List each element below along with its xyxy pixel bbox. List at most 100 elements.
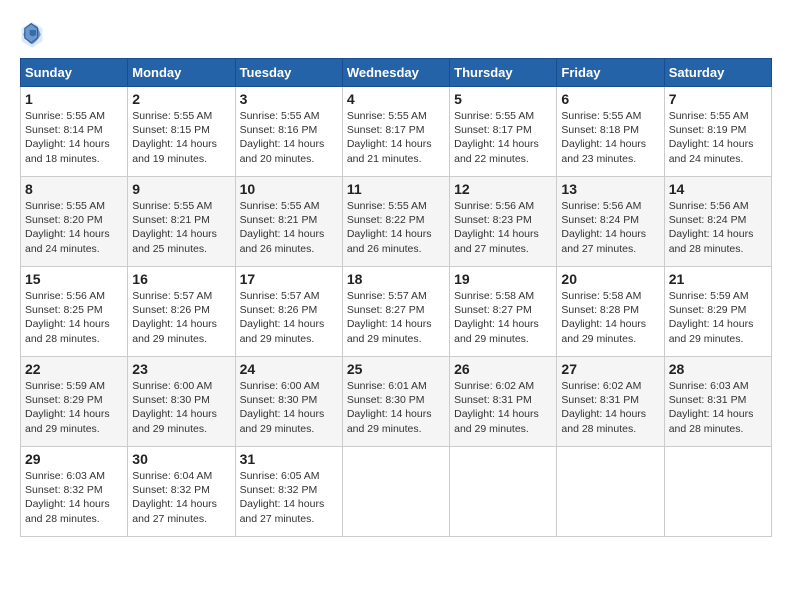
calendar-cell: 10Sunrise: 5:55 AM Sunset: 8:21 PM Dayli… bbox=[235, 177, 342, 267]
day-number: 1 bbox=[25, 91, 123, 107]
calendar-cell: 23 Sunrise: 6:00 AM Sunset: 8:30 PM Dayli… bbox=[128, 357, 235, 447]
day-number: 27 bbox=[561, 361, 659, 377]
day-info: Sunrise: 5:55 AM Sunset: 8:21 PM Dayligh… bbox=[132, 199, 230, 256]
calendar-cell: 20 Sunrise: 5:58 AM Sunset: 8:28 PM Dayli… bbox=[557, 267, 664, 357]
calendar-cell: 24 Sunrise: 6:00 AM Sunset: 8:30 PM Dayli… bbox=[235, 357, 342, 447]
calendar-cell: 2 Sunrise: 5:55 AM Sunset: 8:15 PM Daylig… bbox=[128, 87, 235, 177]
calendar-cell: 3Sunrise: 5:55 AM Sunset: 8:16 PM Daylig… bbox=[235, 87, 342, 177]
col-tuesday: Tuesday bbox=[235, 59, 342, 87]
day-number: 30 bbox=[132, 451, 230, 467]
calendar-cell: 29 Sunrise: 6:03 AM Sunset: 8:32 PM Dayli… bbox=[21, 447, 128, 537]
calendar-cell: 22 Sunrise: 5:59 AM Sunset: 8:29 PM Dayli… bbox=[21, 357, 128, 447]
col-sunday: Sunday bbox=[21, 59, 128, 87]
calendar-cell: 28 Sunrise: 6:03 AM Sunset: 8:31 PM Dayli… bbox=[664, 357, 771, 447]
day-number: 25 bbox=[347, 361, 445, 377]
day-info: Sunrise: 6:01 AM Sunset: 8:30 PM Dayligh… bbox=[347, 379, 445, 436]
calendar-cell bbox=[450, 447, 557, 537]
day-number: 8 bbox=[25, 181, 123, 197]
day-info: Sunrise: 6:02 AM Sunset: 8:31 PM Dayligh… bbox=[561, 379, 659, 436]
calendar-cell: 5 Sunrise: 5:55 AM Sunset: 8:17 PM Daylig… bbox=[450, 87, 557, 177]
col-wednesday: Wednesday bbox=[342, 59, 449, 87]
calendar-week-row: 8 Sunrise: 5:55 AM Sunset: 8:20 PM Daylig… bbox=[21, 177, 772, 267]
day-number: 14 bbox=[669, 181, 767, 197]
day-info: Sunrise: 5:56 AM Sunset: 8:23 PM Dayligh… bbox=[454, 199, 552, 256]
day-number: 29 bbox=[25, 451, 123, 467]
logo-icon bbox=[20, 20, 44, 48]
day-number: 28 bbox=[669, 361, 767, 377]
calendar-cell: 31Sunrise: 6:05 AM Sunset: 8:32 PM Dayli… bbox=[235, 447, 342, 537]
page-header bbox=[20, 20, 772, 48]
col-saturday: Saturday bbox=[664, 59, 771, 87]
day-info: Sunrise: 5:55 AM Sunset: 8:20 PM Dayligh… bbox=[25, 199, 123, 256]
calendar-cell: 17Sunrise: 5:57 AM Sunset: 8:26 PM Dayli… bbox=[235, 267, 342, 357]
day-number: 23 bbox=[132, 361, 230, 377]
day-info: Sunrise: 5:57 AM Sunset: 8:27 PM Dayligh… bbox=[347, 289, 445, 346]
day-info: Sunrise: 6:03 AM Sunset: 8:32 PM Dayligh… bbox=[25, 469, 123, 526]
day-info: Sunrise: 6:03 AM Sunset: 8:31 PM Dayligh… bbox=[669, 379, 767, 436]
day-info: Sunrise: 6:02 AM Sunset: 8:31 PM Dayligh… bbox=[454, 379, 552, 436]
calendar-cell: 7Sunrise: 5:55 AM Sunset: 8:19 PM Daylig… bbox=[664, 87, 771, 177]
calendar-cell: 26Sunrise: 6:02 AM Sunset: 8:31 PM Dayli… bbox=[450, 357, 557, 447]
calendar-week-row: 1 Sunrise: 5:55 AM Sunset: 8:14 PM Daylig… bbox=[21, 87, 772, 177]
day-info: Sunrise: 5:57 AM Sunset: 8:26 PM Dayligh… bbox=[132, 289, 230, 346]
day-number: 3 bbox=[240, 91, 338, 107]
day-info: Sunrise: 5:58 AM Sunset: 8:27 PM Dayligh… bbox=[454, 289, 552, 346]
day-info: Sunrise: 5:56 AM Sunset: 8:24 PM Dayligh… bbox=[669, 199, 767, 256]
day-number: 12 bbox=[454, 181, 552, 197]
day-info: Sunrise: 6:04 AM Sunset: 8:32 PM Dayligh… bbox=[132, 469, 230, 526]
calendar-cell: 8 Sunrise: 5:55 AM Sunset: 8:20 PM Daylig… bbox=[21, 177, 128, 267]
day-info: Sunrise: 5:56 AM Sunset: 8:24 PM Dayligh… bbox=[561, 199, 659, 256]
day-info: Sunrise: 5:55 AM Sunset: 8:22 PM Dayligh… bbox=[347, 199, 445, 256]
calendar-cell: 14 Sunrise: 5:56 AM Sunset: 8:24 PM Dayli… bbox=[664, 177, 771, 267]
calendar-week-row: 29 Sunrise: 6:03 AM Sunset: 8:32 PM Dayli… bbox=[21, 447, 772, 537]
day-info: Sunrise: 6:00 AM Sunset: 8:30 PM Dayligh… bbox=[132, 379, 230, 436]
day-info: Sunrise: 5:55 AM Sunset: 8:17 PM Dayligh… bbox=[454, 109, 552, 166]
day-number: 17 bbox=[240, 271, 338, 287]
calendar-cell: 25 Sunrise: 6:01 AM Sunset: 8:30 PM Dayli… bbox=[342, 357, 449, 447]
day-number: 9 bbox=[132, 181, 230, 197]
calendar-cell: 21Sunrise: 5:59 AM Sunset: 8:29 PM Dayli… bbox=[664, 267, 771, 357]
day-info: Sunrise: 6:05 AM Sunset: 8:32 PM Dayligh… bbox=[240, 469, 338, 526]
day-info: Sunrise: 5:55 AM Sunset: 8:18 PM Dayligh… bbox=[561, 109, 659, 166]
day-info: Sunrise: 5:58 AM Sunset: 8:28 PM Dayligh… bbox=[561, 289, 659, 346]
day-info: Sunrise: 5:55 AM Sunset: 8:14 PM Dayligh… bbox=[25, 109, 123, 166]
day-number: 7 bbox=[669, 91, 767, 107]
col-monday: Monday bbox=[128, 59, 235, 87]
day-number: 22 bbox=[25, 361, 123, 377]
day-info: Sunrise: 5:55 AM Sunset: 8:15 PM Dayligh… bbox=[132, 109, 230, 166]
day-number: 19 bbox=[454, 271, 552, 287]
calendar-cell: 6 Sunrise: 5:55 AM Sunset: 8:18 PM Daylig… bbox=[557, 87, 664, 177]
calendar-cell bbox=[664, 447, 771, 537]
day-number: 5 bbox=[454, 91, 552, 107]
calendar-week-row: 15 Sunrise: 5:56 AM Sunset: 8:25 PM Dayli… bbox=[21, 267, 772, 357]
day-info: Sunrise: 5:56 AM Sunset: 8:25 PM Dayligh… bbox=[25, 289, 123, 346]
calendar-cell: 13 Sunrise: 5:56 AM Sunset: 8:24 PM Dayli… bbox=[557, 177, 664, 267]
day-number: 2 bbox=[132, 91, 230, 107]
day-info: Sunrise: 6:00 AM Sunset: 8:30 PM Dayligh… bbox=[240, 379, 338, 436]
calendar-cell: 30 Sunrise: 6:04 AM Sunset: 8:32 PM Dayli… bbox=[128, 447, 235, 537]
calendar-cell: 18 Sunrise: 5:57 AM Sunset: 8:27 PM Dayli… bbox=[342, 267, 449, 357]
day-number: 18 bbox=[347, 271, 445, 287]
day-info: Sunrise: 5:55 AM Sunset: 8:17 PM Dayligh… bbox=[347, 109, 445, 166]
day-number: 15 bbox=[25, 271, 123, 287]
day-number: 24 bbox=[240, 361, 338, 377]
calendar-cell bbox=[342, 447, 449, 537]
day-number: 13 bbox=[561, 181, 659, 197]
calendar-table: Sunday Monday Tuesday Wednesday Thursday… bbox=[20, 58, 772, 537]
calendar-cell: 4Sunrise: 5:55 AM Sunset: 8:17 PM Daylig… bbox=[342, 87, 449, 177]
day-info: Sunrise: 5:59 AM Sunset: 8:29 PM Dayligh… bbox=[25, 379, 123, 436]
calendar-cell: 16Sunrise: 5:57 AM Sunset: 8:26 PM Dayli… bbox=[128, 267, 235, 357]
day-number: 11 bbox=[347, 181, 445, 197]
calendar-cell: 1 Sunrise: 5:55 AM Sunset: 8:14 PM Daylig… bbox=[21, 87, 128, 177]
day-number: 20 bbox=[561, 271, 659, 287]
header-row: Sunday Monday Tuesday Wednesday Thursday… bbox=[21, 59, 772, 87]
calendar-cell: 11 Sunrise: 5:55 AM Sunset: 8:22 PM Dayli… bbox=[342, 177, 449, 267]
calendar-cell: 12 Sunrise: 5:56 AM Sunset: 8:23 PM Dayli… bbox=[450, 177, 557, 267]
col-thursday: Thursday bbox=[450, 59, 557, 87]
day-info: Sunrise: 5:55 AM Sunset: 8:21 PM Dayligh… bbox=[240, 199, 338, 256]
calendar-cell bbox=[557, 447, 664, 537]
day-number: 6 bbox=[561, 91, 659, 107]
day-info: Sunrise: 5:59 AM Sunset: 8:29 PM Dayligh… bbox=[669, 289, 767, 346]
calendar-cell: 27 Sunrise: 6:02 AM Sunset: 8:31 PM Dayli… bbox=[557, 357, 664, 447]
logo bbox=[20, 20, 48, 48]
